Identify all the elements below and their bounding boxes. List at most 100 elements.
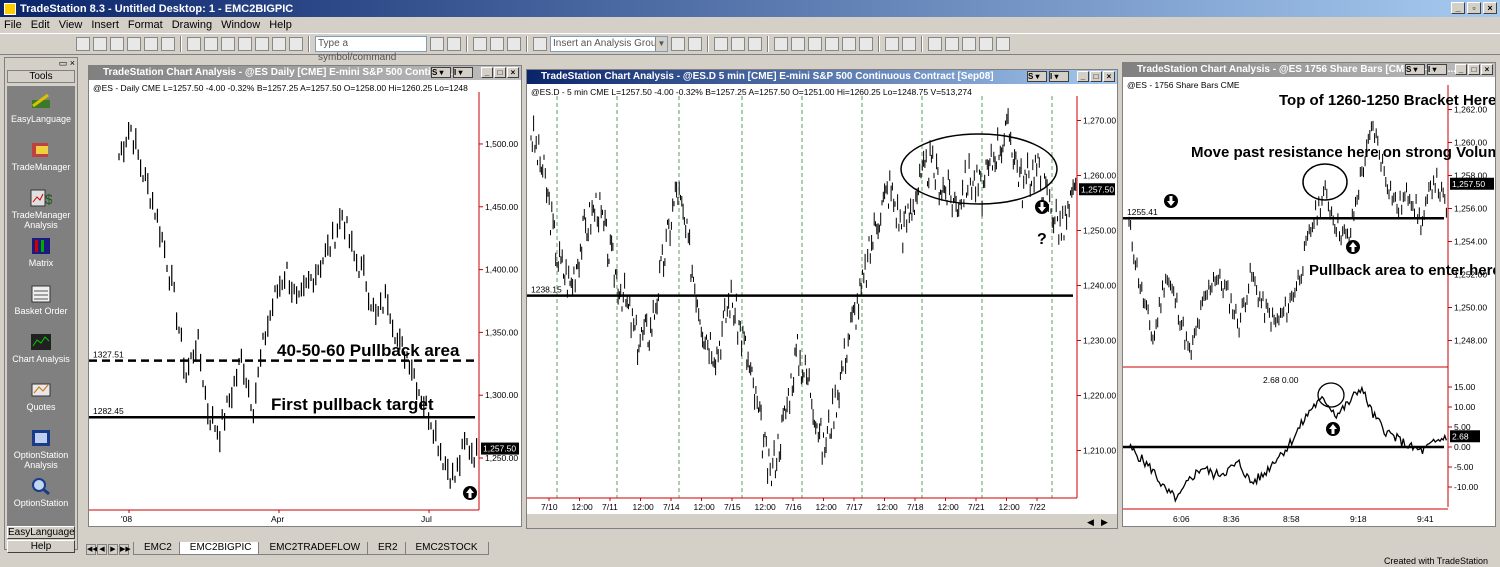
ohlc-icon[interactable] [825,37,839,51]
svg-text:$: $ [45,191,52,207]
tab-emc2tradeflow[interactable]: EMC2TRADEFLOW [258,542,372,555]
cut-icon[interactable] [161,37,175,51]
bar-chart-icon[interactable] [774,37,788,51]
menu-view[interactable]: View [59,19,83,31]
chart-window-daily[interactable]: TradeStation Chart Analysis - @ES Daily … [88,65,522,527]
menu-file[interactable]: File [4,19,22,31]
cascade-icon[interactable] [748,37,762,51]
indicator-menu-button[interactable]: I ▾ [1049,71,1069,82]
window-icon[interactable] [714,37,728,51]
chart-window-5min[interactable]: TradeStation Chart Analysis - @ES.D 5 mi… [526,69,1118,529]
lock-icon[interactable] [255,37,269,51]
chevron-down-icon[interactable]: ▼ [655,37,667,51]
paste-icon[interactable] [144,37,158,51]
globe-icon[interactable] [289,37,303,51]
menu-help[interactable]: Help [269,19,292,31]
tool-optionstation-analysis[interactable]: OptionStation Analysis [7,422,75,470]
news-icon[interactable] [979,37,993,51]
5min-chart-plot[interactable]: @ES.D - 5 min CME L=1257.50 -4.00 -0.32%… [527,84,1117,528]
y-tick-label: 1,400.00 [485,265,518,275]
tool-chart-analysis[interactable]: Chart Analysis [7,326,75,374]
chart-title-bar[interactable]: TradeStation Chart Analysis - @ES 1756 S… [1123,63,1495,77]
print-preview-icon[interactable] [187,37,201,51]
indicator-menu-button[interactable]: I ▾ [453,67,473,78]
minimize-button[interactable]: _ [1451,2,1465,14]
chart-close-button[interactable]: × [1103,71,1115,82]
tool-easylanguage[interactable]: EasyLanguage [7,86,75,134]
chart-minimize-button[interactable]: _ [481,67,493,78]
chart-close-button[interactable]: × [1481,64,1493,75]
zoom-out-icon[interactable] [902,37,916,51]
tools-icon[interactable] [962,37,976,51]
tab-scroll-controls[interactable]: ◀◀ ◀ ▶ ▶▶ [86,544,131,555]
menu-edit[interactable]: Edit [31,19,50,31]
x-tick-label: 12:00 [633,502,655,512]
go-arrow-icon[interactable] [430,37,444,51]
annotation-pullback-area: Pullback area to enter here [1309,262,1495,279]
options-icon[interactable] [996,37,1010,51]
link-icon[interactable] [221,37,235,51]
print-icon[interactable] [204,37,218,51]
chart-maximize-button[interactable]: □ [494,67,506,78]
symbol-menu-button[interactable]: S ▾ [1027,71,1047,82]
open-icon[interactable] [93,37,107,51]
save-icon[interactable] [110,37,124,51]
chart-minimize-button[interactable]: _ [1455,64,1467,75]
tile-icon[interactable] [731,37,745,51]
colors-icon[interactable] [859,37,873,51]
copy-icon[interactable] [127,37,141,51]
palette-icon[interactable] [272,37,286,51]
tab-emc2bigpic[interactable]: EMC2BIGPIC [178,542,263,555]
tab-er2[interactable]: ER2 [367,542,409,555]
menu-window[interactable]: Window [221,19,260,31]
window-title: TradeStation 8.3 - Untitled Desktop: 1 -… [20,2,294,15]
chart-legend: @ES - 1756 Share Bars CME [1127,80,1240,90]
chart-title-bar[interactable]: TradeStation Chart Analysis - @ES Daily … [89,66,521,80]
toolbox-controls[interactable]: ▭ × [5,58,77,70]
sheet-icon[interactable] [507,37,521,51]
chart-minimize-button[interactable]: _ [1077,71,1089,82]
symbol-input[interactable]: Type a symbol/command [315,36,427,63]
layout-icon[interactable] [238,37,252,51]
crosshair-icon[interactable] [945,37,959,51]
indicator-icon[interactable] [671,37,685,51]
menu-insert[interactable]: Insert [91,19,119,31]
chart-maximize-button[interactable]: □ [1090,71,1102,82]
tab-emc2[interactable]: EMC2 [133,542,183,555]
strategy-icon[interactable] [688,37,702,51]
symbol-menu-button[interactable]: S ▾ [431,67,451,78]
tool-trademanager[interactable]: TradeManager [7,134,75,182]
search-icon[interactable] [447,37,461,51]
tool-optionstation[interactable]: OptionStation [7,470,75,518]
pointer-icon[interactable] [928,37,942,51]
chart-window-share-bars[interactable]: TradeStation Chart Analysis - @ES 1756 S… [1122,62,1496,527]
menu-format[interactable]: Format [128,19,163,31]
chart-title-bar[interactable]: TradeStation Chart Analysis - @ES.D 5 mi… [527,70,1117,84]
tool-matrix[interactable]: Matrix [7,230,75,278]
table-icon[interactable] [490,37,504,51]
grid-icon[interactable] [473,37,487,51]
candlestick-icon[interactable] [808,37,822,51]
menu-drawing[interactable]: Drawing [172,19,212,31]
indicator-menu-button[interactable]: I ▾ [1427,64,1447,75]
close-button[interactable]: × [1483,2,1497,14]
restore-button[interactable]: ▫ [1467,2,1481,14]
analysis-icon[interactable] [533,37,547,51]
toolbox-easylanguage-button[interactable]: EasyLanguage [7,526,75,539]
tool-basket-order[interactable]: Basket Order [7,278,75,326]
analysis-group-select[interactable]: Insert an Analysis Group ▼ [550,36,668,52]
toolbox-help-button[interactable]: Help [7,540,75,553]
share-bars-chart-plot[interactable]: @ES - 1756 Share Bars CME1,262.001,260.0… [1123,77,1495,526]
chart-maximize-button[interactable]: □ [1468,64,1480,75]
point-figure-icon[interactable] [842,37,856,51]
chart-close-button[interactable]: × [507,67,519,78]
symbol-menu-button[interactable]: S ▾ [1405,64,1425,75]
line-chart-icon[interactable] [791,37,805,51]
tool-trademanager-analysis[interactable]: $ TradeManager Analysis [7,182,75,230]
new-icon[interactable] [76,37,90,51]
up-arrow-icon [463,486,477,500]
tool-quotes[interactable]: Quotes [7,374,75,422]
zoom-in-icon[interactable] [885,37,899,51]
tab-emc2stock[interactable]: EMC2STOCK [404,542,489,555]
daily-chart-plot[interactable]: @ES - Daily CME L=1257.50 -4.00 -0.32% B… [89,80,521,526]
